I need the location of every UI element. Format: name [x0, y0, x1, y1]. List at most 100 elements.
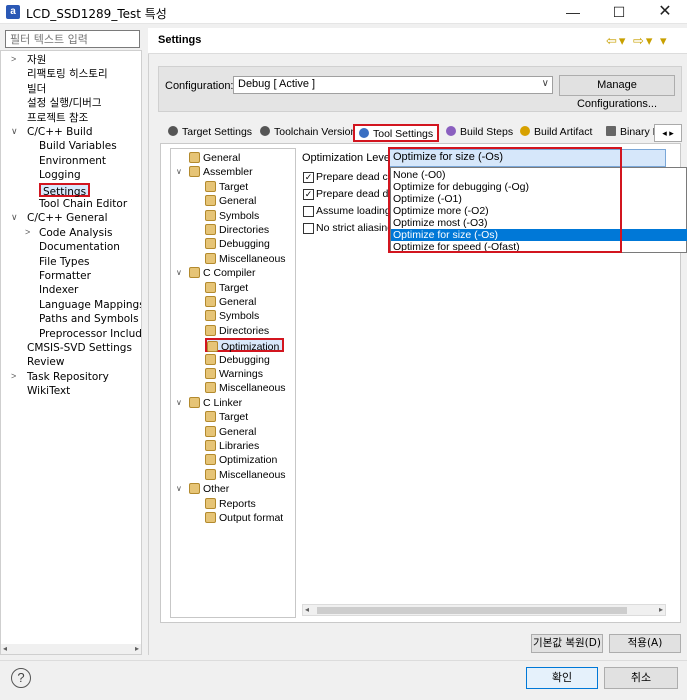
dropdown-option[interactable]: Optimize (-O1) [391, 193, 687, 205]
nav-item[interactable]: 빌더 [27, 82, 46, 96]
configuration-select[interactable]: Debug [ Active ] ∨ [233, 76, 553, 94]
tab-toolchain-version[interactable]: Toolchain Version [256, 124, 360, 142]
dropdown-option[interactable]: Optimize for speed (-Ofast) [391, 241, 687, 253]
tree-item-miscellaneous[interactable]: Miscellaneous [205, 252, 286, 266]
tree-item-general[interactable]: General [189, 151, 240, 165]
tree-item-target[interactable]: Target [205, 180, 248, 194]
tree-item-miscellaneous[interactable]: Miscellaneous [205, 468, 286, 482]
dropdown-option[interactable]: Optimize more (-O2) [391, 205, 687, 217]
nav-item-indexer[interactable]: Indexer [39, 283, 78, 297]
nav-item-tool-chain-editor[interactable]: Tool Chain Editor [39, 197, 127, 211]
tab-scroll-arrows[interactable]: ◂ ▸ [654, 124, 682, 142]
option-checkbox-label[interactable]: No strict aliasing [316, 222, 393, 234]
tree-item-target[interactable]: Target [205, 281, 248, 295]
nav-item-wikitext[interactable]: WikiText [27, 384, 70, 398]
tree-item-libraries[interactable]: Libraries [205, 439, 259, 453]
scroll-right-icon[interactable]: ▸ [135, 644, 139, 653]
dropdown-option[interactable]: Optimize for size (-Os) [391, 229, 687, 241]
nav-item-cmsis-svd-settings[interactable]: CMSIS-SVD Settings [27, 341, 132, 355]
tree-item-directories[interactable]: Directories [205, 324, 269, 338]
tab-tool-settings[interactable]: Tool Settings [353, 124, 440, 142]
tab-target-settings[interactable]: Target Settings [164, 124, 256, 142]
nav-item-paths-and-symbols[interactable]: Paths and Symbols [39, 312, 139, 326]
manage-configurations-button[interactable]: Manage Configurations... [559, 75, 675, 110]
tree-item-symbols[interactable]: Symbols [205, 309, 259, 323]
nav-item-c-c-general[interactable]: C/C++ General [27, 211, 108, 225]
nav-item-language-mappings[interactable]: Language Mappings [39, 298, 141, 312]
nav-item-formatter[interactable]: Formatter [39, 269, 91, 283]
tree-item-optimization[interactable]: Optimization [205, 453, 277, 467]
chevron-right-icon[interactable]: > [11, 54, 21, 64]
filter-input[interactable] [5, 30, 140, 48]
tree-item-output-format[interactable]: Output format [205, 511, 283, 525]
tree-item-general[interactable]: General [205, 295, 256, 309]
tab-build-steps[interactable]: Build Steps [442, 124, 517, 142]
tree-item-directories[interactable]: Directories [205, 223, 269, 237]
restore-defaults-button[interactable]: 기본값 복원(D) [531, 634, 603, 653]
tree-item-debugging[interactable]: Debugging [205, 237, 270, 251]
tree-item-general[interactable]: General [205, 194, 256, 208]
tree-item-optimization[interactable]: Optimization [205, 338, 285, 353]
option-checkbox-label[interactable]: Prepare dead cod [316, 171, 399, 183]
nav-item-c-c-build[interactable]: C/C++ Build [27, 125, 93, 139]
chevron-down-icon[interactable]: ∨ [176, 268, 182, 277]
dropdown-option[interactable]: None (-O0) [391, 169, 687, 181]
option-checkbox-label[interactable]: Prepare dead dat [316, 188, 397, 200]
chevron-down-icon[interactable]: ∨ [176, 398, 182, 407]
option-checkbox[interactable]: ✓ [303, 189, 314, 200]
nav-item[interactable]: 설정 실행/디버그 [27, 96, 102, 110]
tree-item-warnings[interactable]: Warnings [205, 367, 263, 381]
maximize-button[interactable]: ☐ [596, 0, 642, 24]
history-nav-icons[interactable]: ⇦▾ ⇨▾ ▾ [606, 33, 669, 49]
chevron-down-icon[interactable]: ∨ [176, 167, 182, 176]
option-checkbox-label[interactable]: Assume loading [316, 205, 391, 217]
nav-item-build-variables[interactable]: Build Variables [39, 139, 117, 153]
tree-item-target[interactable]: Target [205, 410, 248, 424]
nav-item-file-types[interactable]: File Types [39, 255, 90, 269]
tree-item-assembler[interactable]: Assembler [189, 165, 253, 179]
scroll-left-icon[interactable]: ◂ [305, 605, 309, 614]
optimization-level-select[interactable]: Optimize for size (-Os) [388, 149, 666, 167]
nav-horizontal-scrollbar[interactable]: ◂ ▸ [1, 644, 141, 654]
nav-item-settings[interactable]: Settings [39, 182, 91, 198]
dropdown-option[interactable]: Optimize for debugging (-Og) [391, 181, 687, 193]
tree-item-c-compiler[interactable]: C Compiler [189, 266, 256, 280]
nav-item[interactable]: 리팩토링 히스토리 [27, 67, 108, 81]
close-button[interactable]: ✕ [642, 0, 687, 24]
cancel-button[interactable]: 취소 [604, 667, 678, 689]
chevron-down-icon[interactable]: ∨ [11, 212, 21, 223]
nav-item-code-analysis[interactable]: Code Analysis [39, 226, 112, 240]
nav-item[interactable]: 자원 [27, 53, 46, 67]
chevron-right-icon[interactable]: > [25, 227, 35, 237]
nav-item-logging[interactable]: Logging [39, 168, 81, 182]
ok-button[interactable]: 확인 [526, 667, 598, 689]
chevron-right-icon[interactable]: > [11, 371, 21, 381]
scroll-right-icon[interactable]: ▸ [659, 605, 663, 614]
option-checkbox[interactable] [303, 223, 314, 234]
option-checkbox[interactable] [303, 206, 314, 217]
tree-item-debugging[interactable]: Debugging [205, 353, 270, 367]
nav-item[interactable]: 프로젝트 참조 [27, 111, 88, 125]
nav-item-task-repository[interactable]: Task Repository [27, 370, 109, 384]
chevron-down-icon[interactable]: ∨ [11, 126, 21, 137]
chevron-down-icon[interactable]: ∨ [176, 484, 182, 493]
option-checkbox[interactable]: ✓ [303, 172, 314, 183]
dropdown-option[interactable]: Optimize most (-O3) [391, 217, 687, 229]
tree-item-reports[interactable]: Reports [205, 497, 256, 511]
help-icon[interactable]: ? [11, 668, 31, 688]
nav-item-documentation[interactable]: Documentation [39, 240, 120, 254]
tree-item-symbols[interactable]: Symbols [205, 209, 259, 223]
apply-button[interactable]: 적용(A) [609, 634, 681, 653]
scrollbar-thumb[interactable] [317, 607, 627, 614]
nav-item-preprocessor-include-p[interactable]: Preprocessor Include P [39, 327, 141, 341]
tree-item-general[interactable]: General [205, 425, 256, 439]
tree-item-miscellaneous[interactable]: Miscellaneous [205, 381, 286, 395]
minimize-button[interactable]: — [550, 0, 596, 24]
scroll-left-icon[interactable]: ◂ [3, 644, 7, 653]
tab-build-artifact[interactable]: Build Artifact [516, 124, 596, 142]
nav-item-environment[interactable]: Environment [39, 154, 106, 168]
nav-item-review[interactable]: Review [27, 355, 64, 369]
tree-item-c-linker[interactable]: C Linker [189, 396, 242, 410]
tree-item-other[interactable]: Other [189, 482, 229, 496]
horizontal-scrollbar[interactable]: ◂ ▸ [302, 604, 666, 616]
